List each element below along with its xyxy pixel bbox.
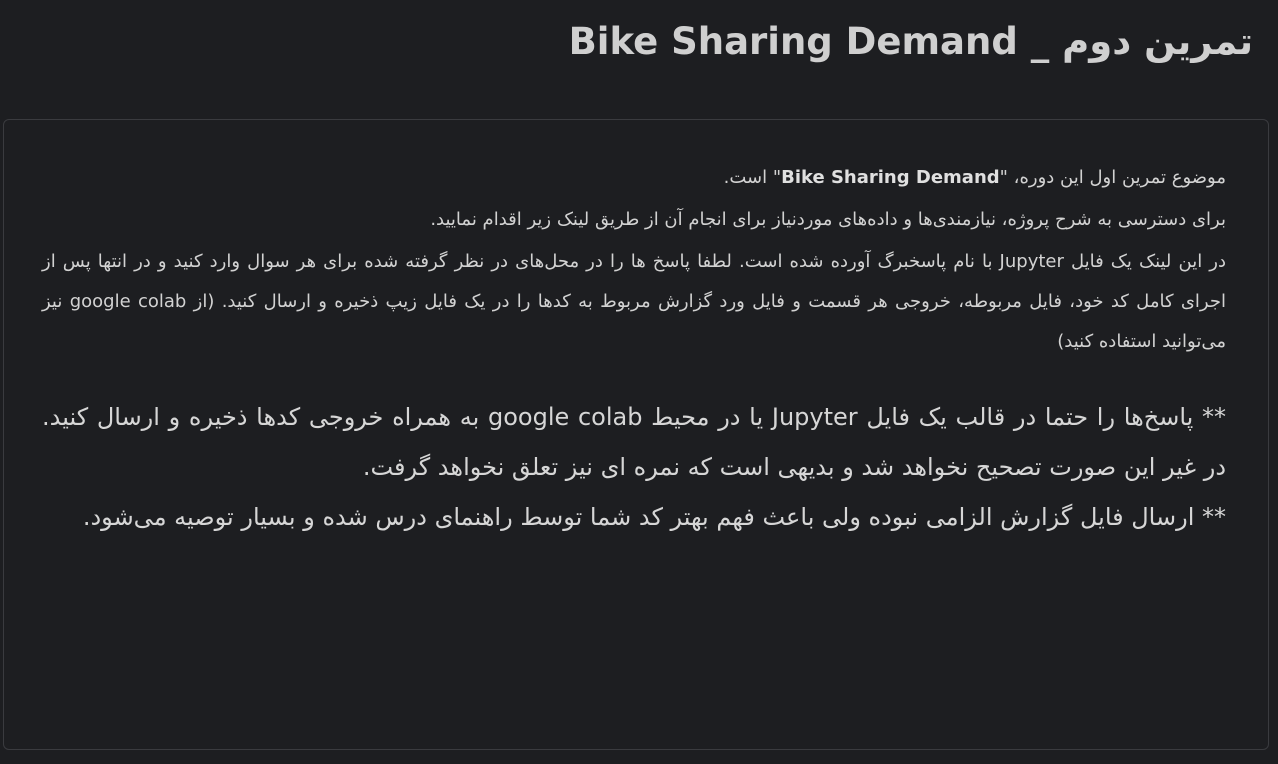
page-title: تمرین دوم _ Bike Sharing Demand [568, 20, 1253, 63]
report-recommendation-note: ** ارسال فایل گزارش الزامی نبوده ولی باع… [82, 503, 1226, 531]
assignment-description-card: موضوع تمرین اول این دوره، "Bike Sharing … [3, 119, 1269, 750]
topic-text-before: موضوع تمرین اول این دوره، " [999, 167, 1226, 188]
submission-instructions-paragraph: در این لینک یک فایل Jupyter با نام پاسخب… [42, 251, 1226, 352]
required-format-note: ** پاسخ‌ها را حتما در قالب یک فایل Jupyt… [42, 403, 1227, 481]
access-instructions-paragraph: برای دسترسی به شرح پروژه، نیازمندی‌ها و … [430, 209, 1226, 230]
topic-title-bold: Bike Sharing Demand [781, 167, 1000, 188]
topic-text-after: " است. [723, 167, 782, 188]
topic-paragraph: موضوع تمرین اول این دوره، "Bike Sharing … [42, 158, 1226, 198]
